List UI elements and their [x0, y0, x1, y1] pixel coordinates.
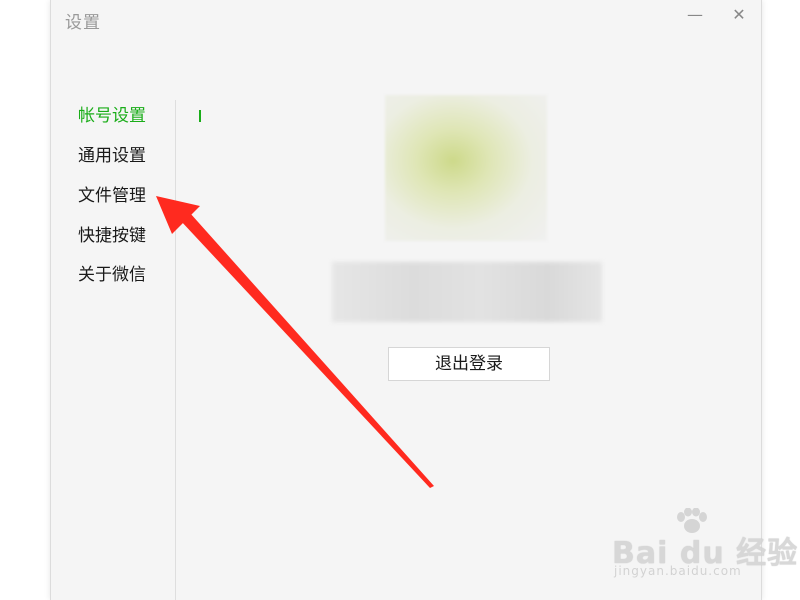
screenshot-canvas: 设置 — ✕ 帐号设置 通用设置 文件管理 快捷按键 关于微信 退出登录 Bai… — [0, 0, 800, 600]
sidebar-item-label: 关于微信 — [78, 265, 146, 285]
sidebar-item-label: 快捷按键 — [78, 226, 146, 246]
sidebar-item-general-settings[interactable]: 通用设置 — [78, 141, 146, 171]
settings-window: 设置 — ✕ 帐号设置 通用设置 文件管理 快捷按键 关于微信 退出登录 — [50, 0, 762, 600]
account-info-blurred — [332, 262, 602, 322]
logout-button[interactable]: 退出登录 — [388, 347, 550, 381]
baidu-jingyan-watermark: Bai du 经验 jingyan.baidu.com — [612, 508, 797, 582]
sidebar-item-file-management[interactable]: 文件管理 — [78, 181, 146, 211]
settings-sidebar: 帐号设置 通用设置 文件管理 快捷按键 关于微信 — [51, 100, 201, 600]
sidebar-item-about-wechat[interactable]: 关于微信 — [78, 260, 146, 290]
sidebar-item-shortcuts[interactable]: 快捷按键 — [78, 221, 146, 251]
sidebar-item-label: 帐号设置 — [78, 106, 146, 126]
sidebar-item-label: 通用设置 — [78, 146, 146, 166]
avatar-blurred — [385, 95, 547, 241]
minimize-button[interactable]: — — [683, 4, 707, 26]
watermark-url: jingyan.baidu.com — [614, 564, 742, 578]
window-title: 设置 — [65, 13, 101, 33]
active-indicator — [199, 110, 201, 122]
sidebar-item-label: 文件管理 — [78, 186, 146, 206]
sidebar-item-account-settings[interactable]: 帐号设置 — [78, 101, 201, 131]
close-button[interactable]: ✕ — [727, 4, 751, 26]
